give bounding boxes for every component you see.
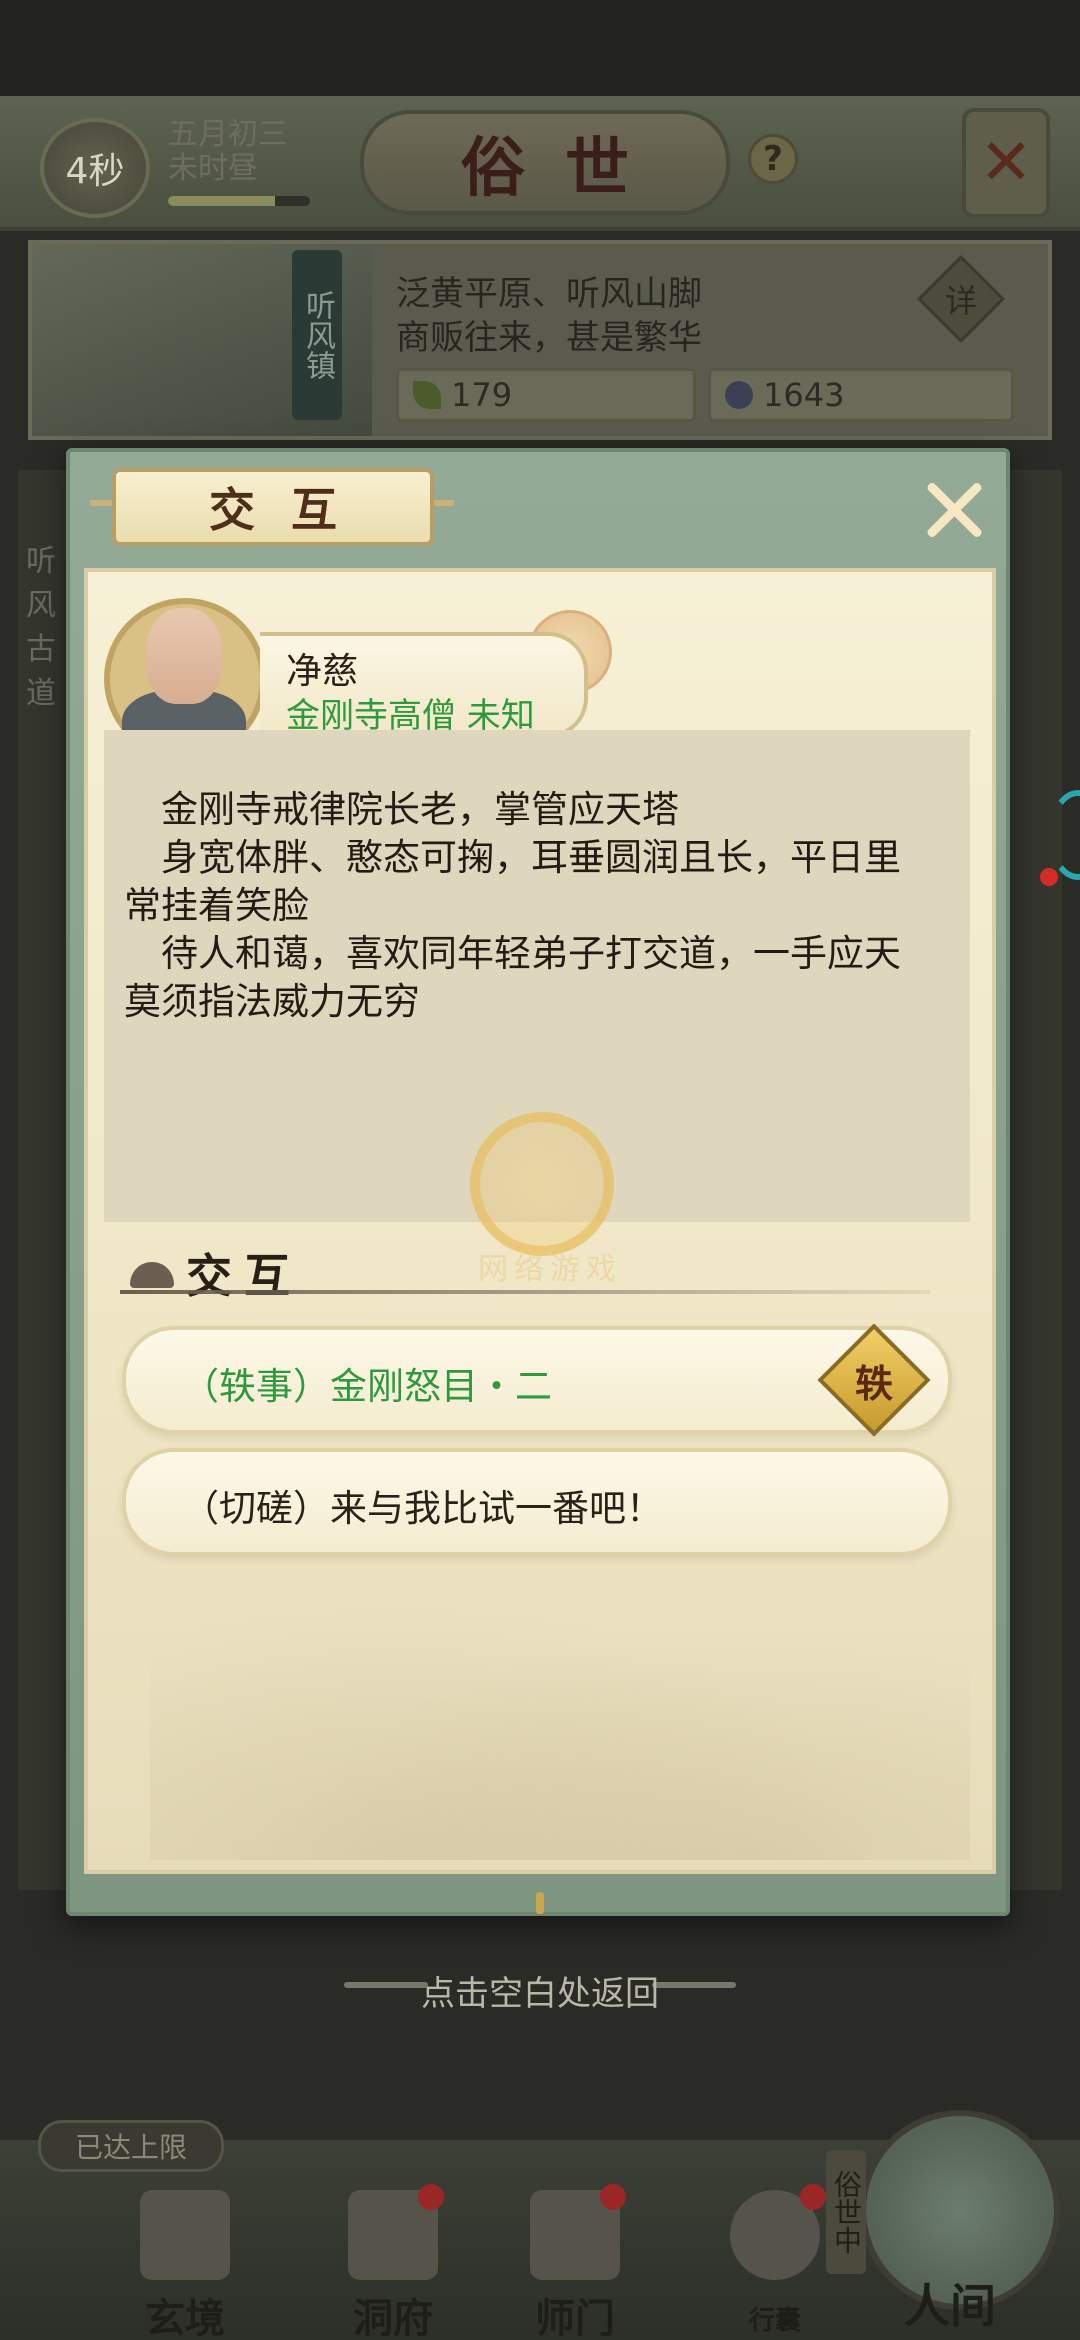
description-line: 常挂着笑脸 bbox=[124, 884, 309, 927]
anecdote-badge-label: 轶 bbox=[854, 1361, 893, 1406]
scroll-menu-icon[interactable]: ✕ bbox=[962, 108, 1050, 218]
help-icon[interactable]: ? bbox=[748, 134, 798, 184]
resource-coin: 1643 bbox=[708, 368, 1014, 422]
description-line: 身宽体胖、憨态可掬，耳垂圆润且长，平日里 bbox=[124, 836, 901, 879]
notification-dot bbox=[800, 2184, 826, 2210]
avatar-face bbox=[146, 608, 222, 704]
notification-dot bbox=[1040, 868, 1058, 886]
nav-label: 行囊 bbox=[748, 2306, 801, 2336]
dismiss-hint[interactable]: 点击空白处返回 bbox=[0, 1966, 1080, 2015]
scroll-icon bbox=[140, 2190, 230, 2280]
town-name-sign: 听风镇 bbox=[292, 250, 342, 420]
town-description-1: 泛黄平原、听风山脚 bbox=[396, 274, 702, 314]
left-road-label: 听风古道 bbox=[26, 544, 56, 711]
description-line: 待人和蔼，喜欢同年轻弟子打交道，一手应天 bbox=[124, 932, 901, 975]
option-anecdote-label[interactable]: （轶事）金刚怒目・二 bbox=[182, 1356, 552, 1410]
leaf-icon bbox=[413, 381, 441, 409]
modal-pin bbox=[536, 1892, 544, 1914]
status-bar-area bbox=[0, 0, 1080, 96]
time-progress-bar bbox=[168, 196, 310, 206]
world-button-label[interactable]: 人间 bbox=[880, 2270, 1020, 2336]
nav-shimen[interactable]: 师门 bbox=[500, 2184, 650, 2340]
nav-label: 师门 bbox=[535, 2295, 615, 2340]
mountain-decoration bbox=[150, 1560, 970, 1860]
world-status-sign: 俗世中 bbox=[826, 2150, 866, 2274]
nav-label: 玄境 bbox=[145, 2295, 225, 2340]
page-title: 俗世 bbox=[360, 110, 730, 215]
section-divider bbox=[120, 1290, 930, 1294]
nav-label: 洞府 bbox=[353, 2295, 433, 2340]
game-date: 五月初三 未时昼 bbox=[168, 118, 288, 186]
npc-name: 净慈 bbox=[286, 651, 359, 692]
notification-dot bbox=[600, 2184, 626, 2210]
date-line-2: 未时昼 bbox=[168, 151, 258, 186]
description-line: 莫须指法威力无穷 bbox=[124, 980, 420, 1023]
limit-badge: 已达上限 bbox=[38, 2120, 224, 2172]
option-spar-label[interactable]: （切磋）来与我比试一番吧！ bbox=[182, 1478, 663, 1532]
date-line-1: 五月初三 bbox=[168, 117, 288, 152]
modal-title: 交互 bbox=[112, 468, 434, 546]
resource-coin-value: 1643 bbox=[763, 376, 845, 414]
watermark-logo bbox=[470, 1112, 614, 1256]
nav-xuanjing[interactable]: 玄境 bbox=[110, 2190, 260, 2340]
description-line: 金刚寺戒律院长老，掌管应天塔 bbox=[124, 788, 679, 831]
timer-badge: 4秒 bbox=[40, 118, 150, 218]
nav-dongfu[interactable]: 洞府 bbox=[318, 2184, 468, 2340]
right-road-strip bbox=[1006, 470, 1062, 1890]
detail-button-label[interactable]: 详 bbox=[930, 268, 992, 330]
section-title: 交互 bbox=[186, 1249, 302, 1303]
resource-leaf: 179 bbox=[396, 368, 696, 422]
resource-leaf-value: 179 bbox=[451, 376, 513, 414]
time-progress-fill bbox=[168, 196, 275, 206]
coin-icon bbox=[725, 381, 753, 409]
notification-dot bbox=[418, 2184, 444, 2210]
close-icon[interactable] bbox=[918, 474, 990, 546]
watermark-text: 网络游戏 bbox=[478, 1252, 622, 1287]
town-description-2: 商贩往来，甚是繁华 bbox=[396, 318, 702, 358]
